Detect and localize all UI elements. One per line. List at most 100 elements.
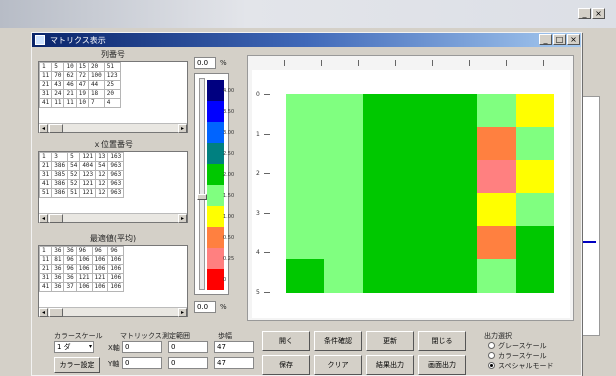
scroll-right-icon[interactable]: ▸ [178, 214, 187, 223]
table-cell[interactable]: 12 [95, 188, 109, 198]
table-1-grid[interactable]: 1 5 10 15 20 51 11 70 62 72 100 123 21 43 46 47 44 25 31 24… [38, 61, 188, 133]
table-cell[interactable]: 37 [63, 282, 77, 292]
table-cell[interactable]: 100 [87, 71, 105, 81]
table-cell[interactable]: 963 [107, 161, 125, 171]
table-cell[interactable]: 25 [103, 80, 121, 90]
table-row[interactable]: 1 36 36 96 96 96 [38, 246, 125, 256]
x-measure-input[interactable]: 0 [168, 341, 208, 353]
heatmap-cell[interactable] [286, 160, 325, 194]
table-cell[interactable]: 47 [75, 80, 89, 90]
heatmap-cell[interactable] [439, 127, 478, 161]
table-cell[interactable]: 106 [107, 273, 125, 283]
heatmap-cell[interactable] [477, 226, 517, 260]
table-cell[interactable]: 1 [38, 152, 53, 162]
heatmap-cell[interactable] [400, 193, 440, 227]
clear-button[interactable]: クリア [314, 355, 362, 375]
table-cell[interactable]: 96 [63, 264, 77, 274]
table-cell[interactable]: 81 [51, 255, 65, 265]
table-cell[interactable]: 70 [51, 71, 65, 81]
table-cell[interactable]: 106 [107, 282, 125, 292]
table-cell[interactable]: 386 [51, 179, 69, 189]
scroll-right-icon[interactable]: ▸ [178, 308, 187, 317]
table-cell[interactable]: 41 [38, 98, 53, 108]
table-cell[interactable]: 21 [63, 89, 77, 99]
heatmap-cell[interactable] [286, 226, 325, 260]
save-button[interactable]: 保存 [262, 355, 310, 375]
table-row[interactable]: 21 43 46 47 44 25 [38, 80, 121, 90]
table-cell[interactable]: 106 [91, 282, 109, 292]
heatmap-cell[interactable] [324, 226, 364, 260]
heatmap-cell[interactable] [515, 94, 555, 128]
dialog-minimize-button[interactable]: _ [539, 34, 552, 45]
table-cell[interactable]: 11 [38, 71, 53, 81]
heatmap-cell[interactable] [286, 193, 325, 227]
table-cell[interactable]: 41 [38, 282, 53, 292]
table-cell[interactable]: 121 [79, 152, 97, 162]
y-step-input[interactable]: 47 [214, 357, 254, 369]
table-cell[interactable]: 41 [38, 179, 53, 189]
heatmap-cell[interactable] [362, 226, 402, 260]
update-button[interactable]: 更新 [366, 331, 414, 351]
open-button[interactable]: 開く [262, 331, 310, 351]
table-cell[interactable]: 51 [67, 188, 81, 198]
table-row[interactable]: 31 24 21 19 18 20 [38, 89, 121, 99]
table-cell[interactable]: 1 [38, 246, 53, 256]
table-cell[interactable]: 51 [103, 62, 121, 72]
table-cell[interactable]: 386 [51, 161, 69, 171]
table-cell[interactable]: 20 [87, 62, 105, 72]
x-matrix-input[interactable]: 0 [122, 341, 162, 353]
table-cell[interactable]: 72 [75, 71, 89, 81]
scroll-left-icon[interactable]: ◂ [39, 308, 48, 317]
table-1-hscrollbar[interactable]: ◂ ▸ [39, 123, 187, 133]
table-cell[interactable]: 36 [51, 264, 65, 274]
heatmap-cell[interactable] [477, 127, 517, 161]
heatmap-cell[interactable] [515, 127, 555, 161]
table-cell[interactable]: 963 [107, 179, 125, 189]
table-cell[interactable]: 121 [79, 179, 97, 189]
table-cell[interactable]: 10 [63, 62, 77, 72]
heatmap-cell[interactable] [515, 226, 555, 260]
heatmap[interactable] [286, 94, 555, 293]
heatmap-cell[interactable] [286, 94, 325, 128]
table-cell[interactable]: 963 [107, 188, 125, 198]
heatmap-cell[interactable] [515, 259, 555, 293]
table-row[interactable]: 31 385 52 123 12 963 [38, 170, 125, 180]
table-3-grid[interactable]: 1 36 36 96 96 96 11 81 96 106 106 106 21 36 96 106 106 10… [38, 245, 188, 317]
table-cell[interactable]: 36 [63, 273, 77, 283]
table-2-grid[interactable]: 1 3 5 121 13 163 21 386 54 404 54 963 31 385 52 123 12 96… [38, 151, 188, 223]
heatmap-cell[interactable] [400, 160, 440, 194]
heatmap-cell[interactable] [362, 160, 402, 194]
scroll-left-icon[interactable]: ◂ [39, 214, 48, 223]
heatmap-cell[interactable] [515, 160, 555, 194]
radio-0[interactable] [488, 342, 495, 349]
heatmap-cell[interactable] [324, 94, 364, 128]
table-cell[interactable]: 15 [75, 62, 89, 72]
table-cell[interactable]: 43 [51, 80, 65, 90]
table-row[interactable]: 41 36 37 106 106 106 [38, 282, 125, 292]
table-cell[interactable]: 51 [38, 188, 53, 198]
table-cell[interactable]: 21 [38, 80, 53, 90]
table-cell[interactable]: 62 [63, 71, 77, 81]
table-cell[interactable]: 31 [38, 89, 53, 99]
scroll-left-icon[interactable]: ◂ [39, 124, 48, 133]
scale-slider-thumb[interactable] [197, 194, 207, 200]
table-row[interactable]: 41 386 52 121 12 963 [38, 179, 125, 189]
table-cell[interactable]: 385 [51, 170, 69, 180]
table-row[interactable]: 21 36 96 106 106 106 [38, 264, 125, 274]
table-cell[interactable]: 36 [51, 282, 65, 292]
table-cell[interactable]: 52 [67, 170, 81, 180]
table-3-hscrollbar[interactable]: ◂ ▸ [39, 307, 187, 317]
table-cell[interactable]: 121 [75, 273, 93, 283]
table-cell[interactable]: 386 [51, 188, 69, 198]
table-cell[interactable]: 21 [38, 161, 53, 171]
heatmap-cell[interactable] [324, 127, 364, 161]
heatmap-cell[interactable] [286, 259, 325, 293]
check-conditions-button[interactable]: 条件確認 [314, 331, 362, 351]
table-cell[interactable]: 36 [51, 246, 65, 256]
table-cell[interactable]: 36 [51, 273, 65, 283]
dialog-maximize-button[interactable]: □ [553, 34, 566, 45]
table-cell[interactable]: 96 [63, 255, 77, 265]
table-cell[interactable]: 3 [51, 152, 69, 162]
heatmap-cell[interactable] [324, 193, 364, 227]
table-cell[interactable]: 106 [107, 264, 125, 274]
